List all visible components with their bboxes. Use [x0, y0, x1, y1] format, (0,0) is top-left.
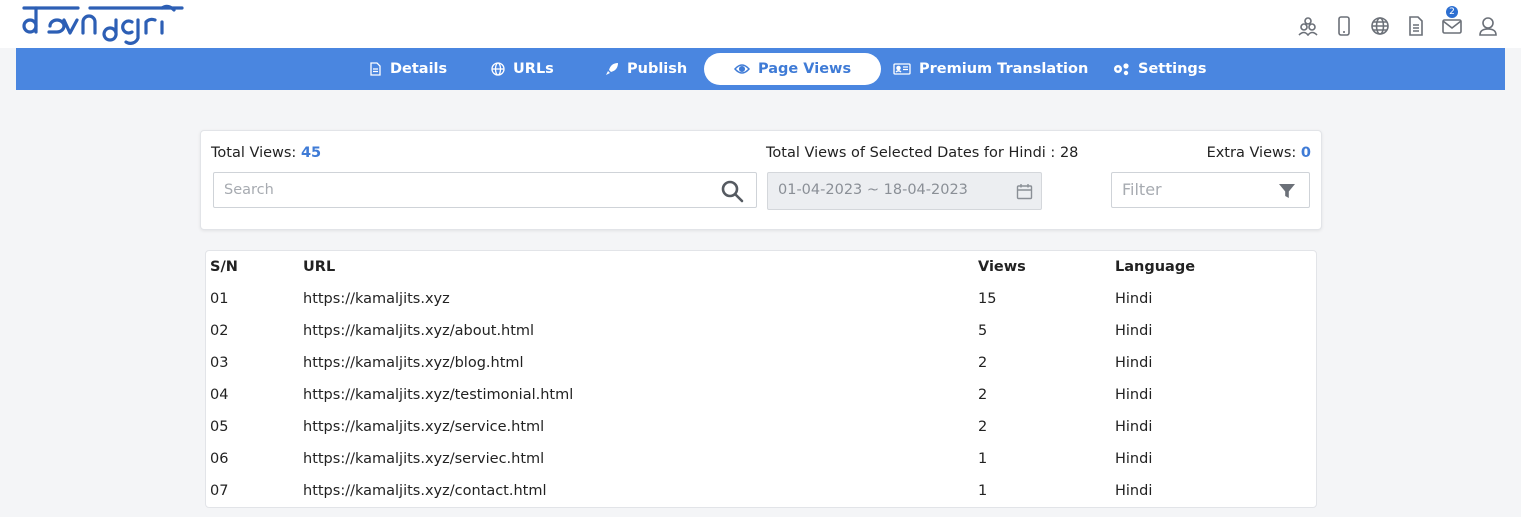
row-language: Hindi [1115, 483, 1153, 499]
tab-page-views-label: Page Views [758, 61, 852, 77]
row-url[interactable]: https://kamaljits.xyz/contact.html [303, 475, 547, 507]
column-header-sn: S/N [210, 259, 238, 275]
row-sn: 06 [210, 451, 229, 467]
gears-icon [1114, 63, 1129, 76]
tab-page-views[interactable]: Page Views [704, 53, 882, 85]
row-url[interactable]: https://kamaljits.xyz [303, 283, 450, 315]
date-range-picker[interactable]: 01-04-2023 ~ 18-04-2023 [767, 172, 1042, 210]
document-icon[interactable] [1405, 15, 1427, 37]
mobile-icon[interactable] [1333, 15, 1355, 37]
top-icons: 2 [1297, 6, 1499, 42]
row-language: Hindi [1115, 387, 1153, 403]
row-sn: 01 [210, 291, 229, 307]
row-sn: 07 [210, 483, 229, 499]
filter-icon [1279, 184, 1295, 198]
selected-dates-value: 28 [1059, 145, 1079, 161]
filter-placeholder: Filter [1122, 180, 1162, 199]
total-views: Total Views: 45 [211, 145, 321, 161]
extra-views-label: Extra Views: [1206, 145, 1297, 161]
row-url[interactable]: https://kamaljits.xyz/service.html [303, 411, 544, 443]
total-views-label: Total Views: [211, 145, 297, 161]
table-row: 05 https://kamaljits.xyz/service.html 2 … [206, 411, 1316, 443]
search-field [213, 172, 757, 208]
id-card-icon [893, 63, 911, 75]
selected-dates-views: Total Views of Selected Dates for Hindi … [766, 145, 1078, 161]
date-range-value: 01-04-2023 ~ 18-04-2023 [778, 182, 968, 198]
tab-details[interactable]: Details [368, 53, 447, 85]
column-header-url: URL [303, 259, 336, 275]
row-url[interactable]: https://kamaljits.xyz/blog.html [303, 347, 524, 379]
eye-icon [734, 64, 750, 74]
devnagri-logo[interactable] [20, 2, 186, 46]
row-url[interactable]: https://kamaljits.xyz/testimonial.html [303, 379, 573, 411]
main-nav: Details URLs Publish Page Views Premium … [16, 48, 1505, 90]
row-views: 2 [978, 387, 988, 403]
tab-settings[interactable]: Settings [1112, 53, 1206, 85]
extra-views-value: 0 [1300, 145, 1311, 161]
table-header-row: S/N URL Views Language [206, 251, 1316, 283]
search-icon[interactable] [720, 179, 744, 203]
table-row: 01 https://kamaljits.xyz 15 Hindi [206, 283, 1316, 315]
top-bar: 2 [0, 0, 1521, 48]
page-views-table: S/N URL Views Language 01 https://kamalj… [205, 250, 1317, 508]
team-icon[interactable] [1297, 15, 1319, 37]
search-input[interactable] [214, 173, 694, 207]
row-language: Hindi [1115, 291, 1153, 307]
row-sn: 04 [210, 387, 229, 403]
filter-select[interactable]: Filter [1111, 172, 1310, 208]
row-views: 2 [978, 419, 988, 435]
tab-publish-label: Publish [627, 61, 688, 77]
extra-views: Extra Views: 0 [1207, 145, 1311, 161]
globe-icon[interactable] [1369, 15, 1391, 37]
column-header-language: Language [1115, 259, 1196, 275]
row-language: Hindi [1115, 419, 1153, 435]
tab-publish[interactable]: Publish [605, 53, 687, 85]
row-sn: 02 [210, 323, 229, 339]
tab-details-label: Details [390, 61, 448, 77]
rocket-icon [606, 63, 618, 75]
table-row: 02 https://kamaljits.xyz/about.html 5 Hi… [206, 315, 1316, 347]
globe-icon [491, 62, 505, 76]
selected-dates-label: Total Views of Selected Dates for Hindi … [766, 145, 1056, 161]
views-summary-panel: Total Views: 45 Total Views of Selected … [200, 130, 1322, 230]
tab-settings-label: Settings [1138, 61, 1207, 77]
row-views: 5 [978, 323, 988, 339]
column-header-views: Views [978, 259, 1026, 275]
tab-urls-label: URLs [513, 61, 554, 77]
row-views: 1 [978, 483, 988, 499]
tab-premium-translation[interactable]: Premium Translation [893, 53, 1088, 85]
row-language: Hindi [1115, 355, 1153, 371]
notification-badge: 2 [1446, 6, 1458, 18]
row-url[interactable]: https://kamaljits.xyz/serviec.html [303, 443, 544, 475]
row-language: Hindi [1115, 323, 1153, 339]
row-sn: 05 [210, 419, 229, 435]
document-icon [370, 62, 381, 76]
table-row: 06 https://kamaljits.xyz/serviec.html 1 … [206, 443, 1316, 475]
tab-urls[interactable]: URLs [491, 53, 554, 85]
user-icon[interactable] [1477, 15, 1499, 37]
row-views: 1 [978, 451, 988, 467]
row-language: Hindi [1115, 451, 1153, 467]
tab-premium-translation-label: Premium Translation [919, 61, 1089, 77]
mail-icon[interactable]: 2 [1441, 6, 1463, 37]
table-row: 03 https://kamaljits.xyz/blog.html 2 Hin… [206, 347, 1316, 379]
row-views: 2 [978, 355, 988, 371]
table-row: 04 https://kamaljits.xyz/testimonial.htm… [206, 379, 1316, 411]
row-url[interactable]: https://kamaljits.xyz/about.html [303, 315, 534, 347]
table-row: 07 https://kamaljits.xyz/contact.html 1 … [206, 475, 1316, 507]
row-sn: 03 [210, 355, 229, 371]
row-views: 15 [978, 291, 997, 307]
calendar-icon[interactable] [1016, 183, 1033, 200]
total-views-value: 45 [300, 145, 322, 161]
